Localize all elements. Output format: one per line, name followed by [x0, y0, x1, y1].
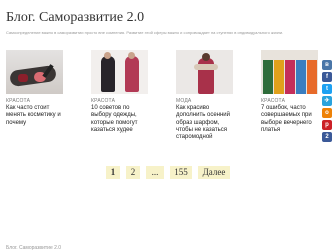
- next-page-link[interactable]: Далее: [198, 166, 230, 179]
- article-title[interactable]: 7 ошибок, часто совершаемых при выборе в…: [261, 105, 321, 134]
- article-title[interactable]: 10 советов по выбору одежды, которые пом…: [91, 105, 151, 134]
- page-link-2[interactable]: 2: [126, 166, 140, 179]
- article-grid: КРАСОТА Как часто стоит менять косметику…: [6, 50, 318, 182]
- vk-icon[interactable]: в: [322, 60, 332, 70]
- pinterest-icon[interactable]: p: [322, 120, 332, 130]
- article-title[interactable]: Как часто стоит менять косметику и почем…: [6, 105, 66, 127]
- share-count-icon[interactable]: 2: [322, 132, 332, 142]
- page-link-last[interactable]: 155: [170, 166, 192, 179]
- article-category[interactable]: КРАСОТА: [261, 98, 285, 104]
- article-category[interactable]: КРАСОТА: [6, 98, 30, 104]
- article-category[interactable]: МОДА: [176, 98, 191, 104]
- page-current: 1: [106, 166, 120, 179]
- ok-icon[interactable]: о: [322, 108, 332, 118]
- scarf-photo[interactable]: [176, 50, 233, 94]
- footer-text: Блог. Саморазвитие 2.0: [6, 245, 62, 251]
- pagination: 1 2 ... 155 Далее: [0, 166, 336, 180]
- article-card[interactable]: КРАСОТА Как часто стоит менять косметику…: [6, 50, 63, 126]
- article-card[interactable]: КРАСОТА 10 советов по выбору одежды, кот…: [91, 50, 148, 133]
- evening-dress-photo[interactable]: [261, 50, 318, 94]
- page-ellipsis: ...: [146, 166, 164, 179]
- telegram-icon[interactable]: ✈: [322, 96, 332, 106]
- article-category[interactable]: КРАСОТА: [91, 98, 115, 104]
- facebook-icon[interactable]: f: [322, 72, 332, 82]
- article-title[interactable]: Как красиво дополнить осенний образ шарф…: [176, 105, 236, 141]
- cosmetics-photo[interactable]: [6, 50, 63, 94]
- site-title[interactable]: Блог. Саморазвитие 2.0: [6, 10, 144, 26]
- dress-photo[interactable]: [91, 50, 148, 94]
- article-card[interactable]: КРАСОТА 7 ошибок, часто совершаемых при …: [261, 50, 318, 133]
- article-card[interactable]: МОДА Как красиво дополнить осенний образ…: [176, 50, 233, 140]
- site-description: Самоопределение важно в саморазвитии про…: [6, 30, 284, 35]
- twitter-icon[interactable]: t: [322, 84, 332, 94]
